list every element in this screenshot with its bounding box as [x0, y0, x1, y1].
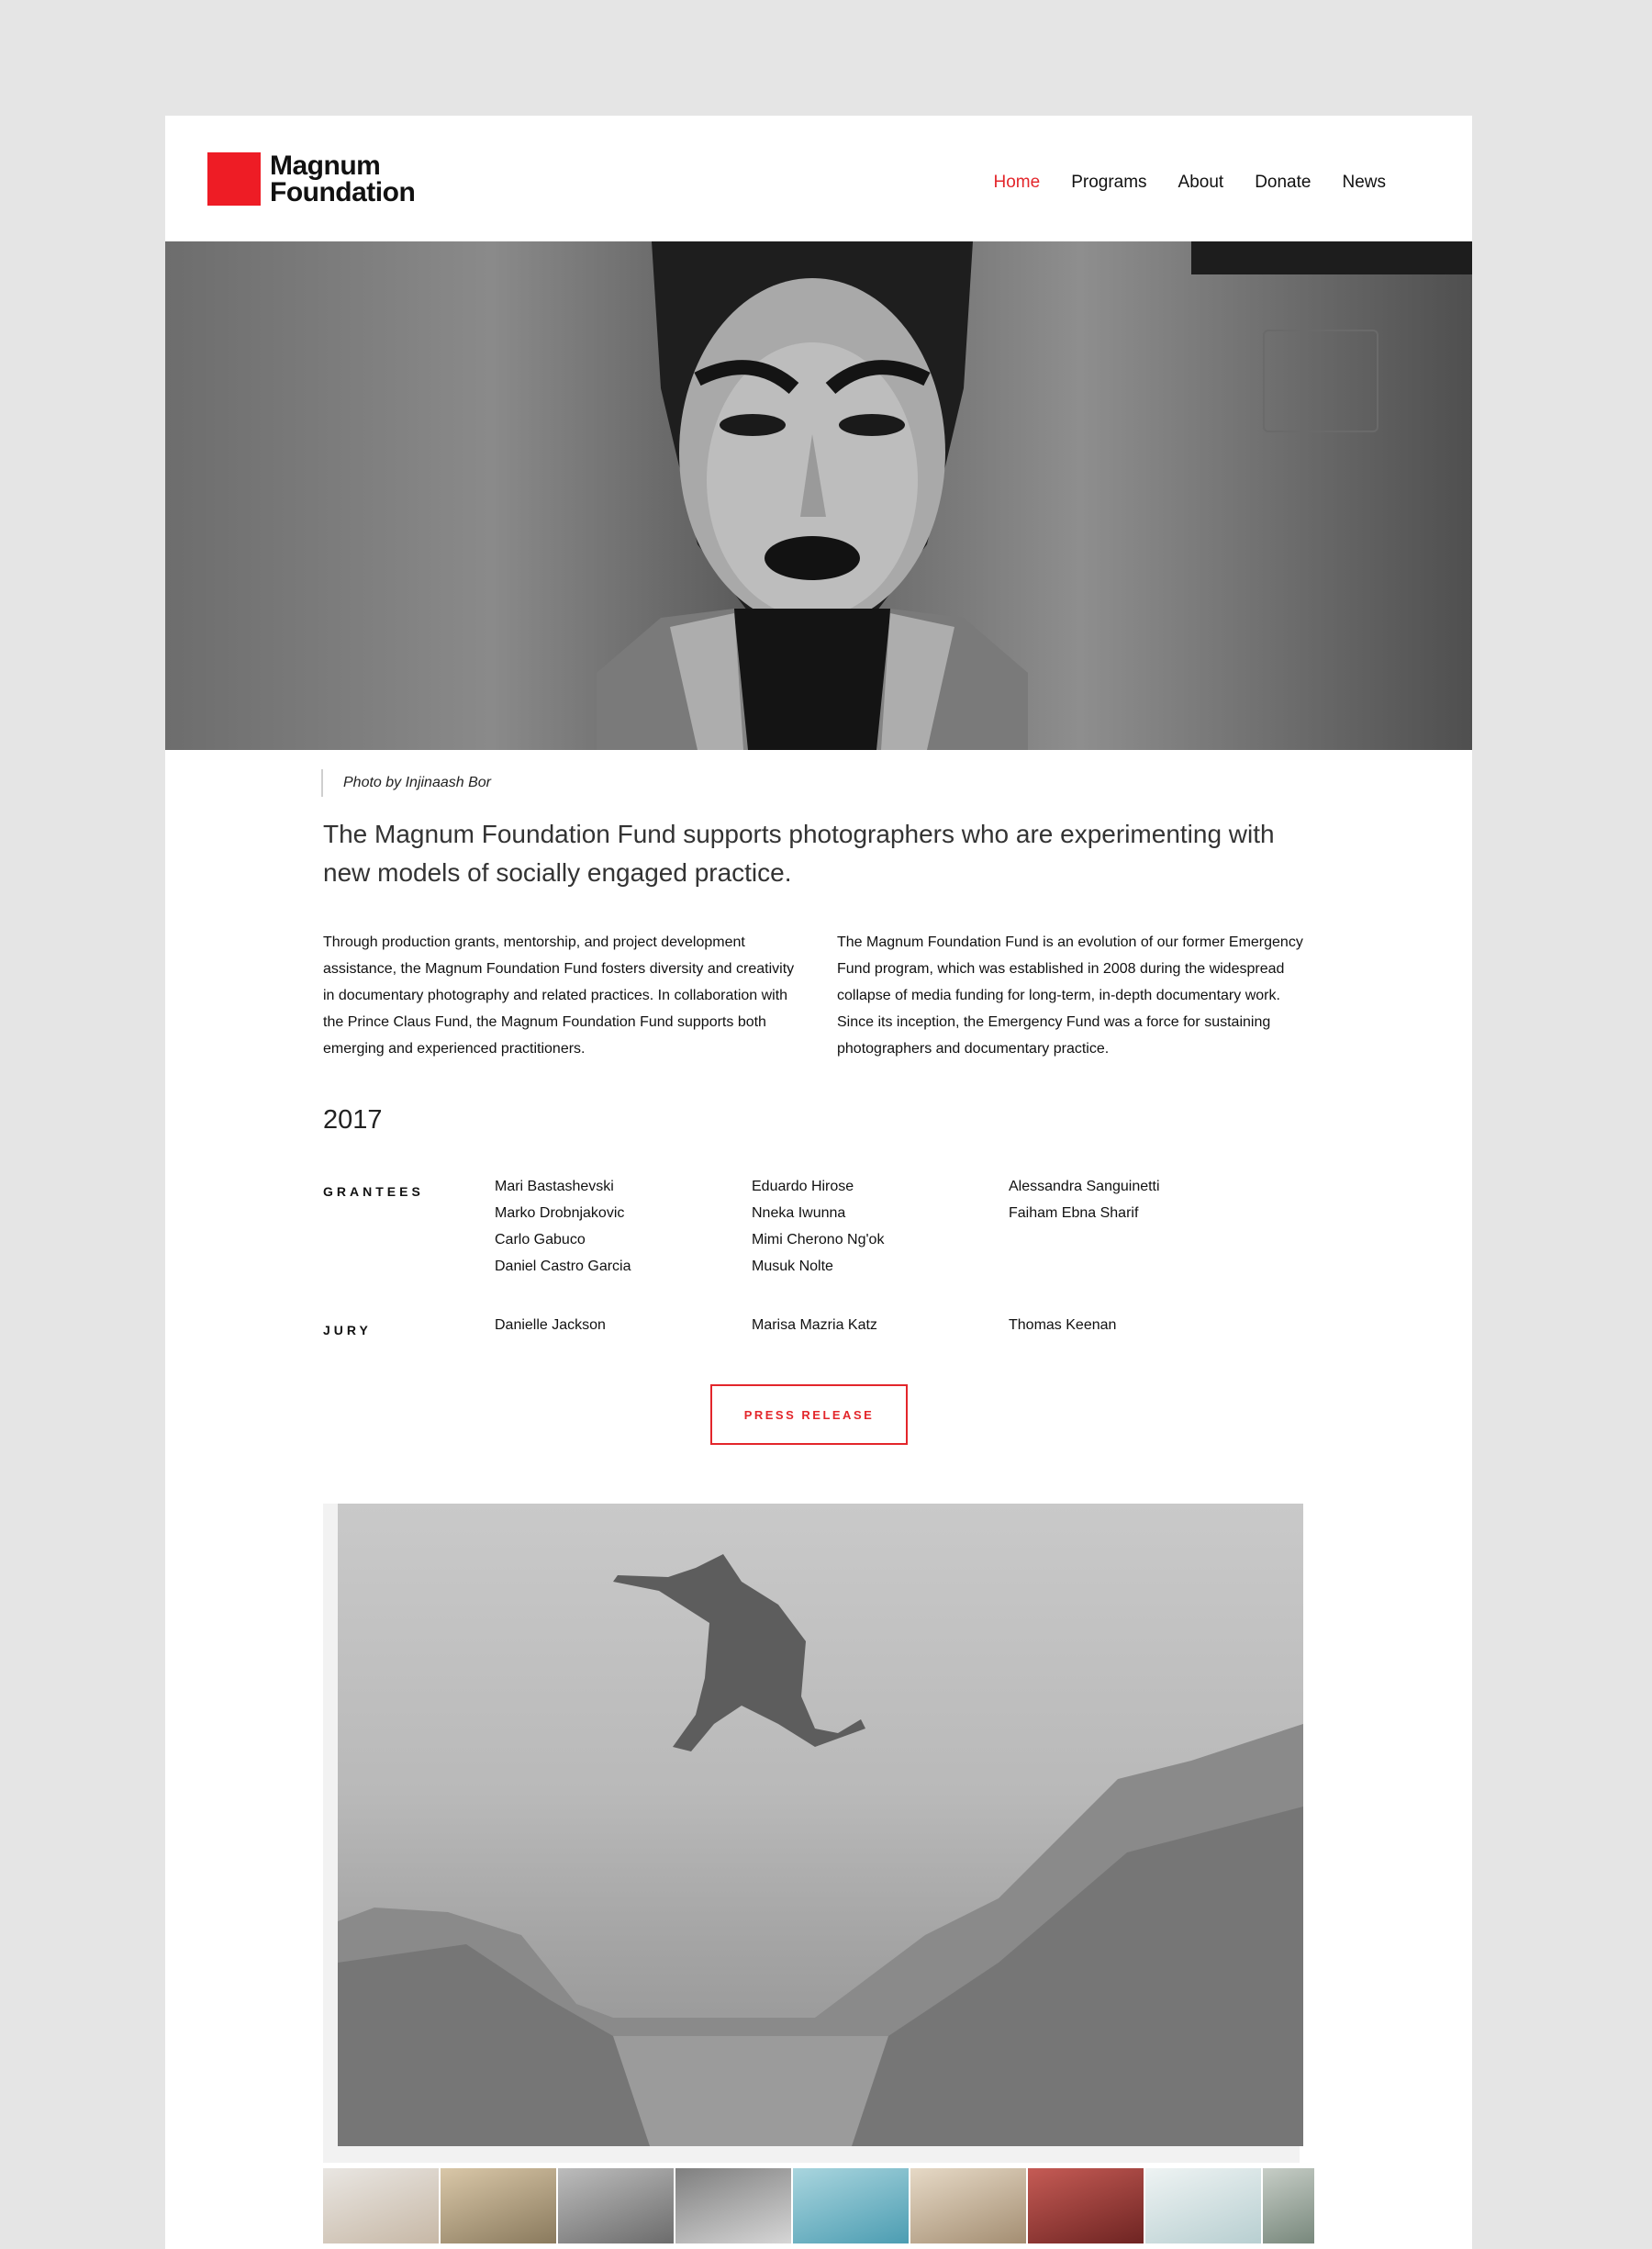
gallery-thumbnail[interactable] [793, 2168, 909, 2243]
hero-background-panel [1191, 241, 1472, 274]
logo-line-1: Magnum [270, 151, 381, 181]
logo-wordmark: Magnum Foundation [270, 151, 416, 207]
hero-photo [165, 241, 1472, 750]
jury-member: Danielle Jackson [495, 1317, 606, 1333]
grantee-name: Musuk Nolte [752, 1259, 833, 1274]
grantee-name: Carlo Gabuco [495, 1232, 586, 1248]
body-column-right: The Magnum Foundation Fund is an evoluti… [837, 934, 1303, 1057]
site-header: Magnum Foundation Home Programs About Do… [165, 116, 1472, 241]
gallery-thumbnail[interactable] [1028, 2168, 1144, 2243]
grantees-label: GRANTEES [323, 1184, 424, 1199]
nav-programs[interactable]: Programs [1071, 173, 1146, 193]
jury-member: Marisa Mazria Katz [752, 1317, 877, 1333]
grantee-name: Nneka Iwunna [752, 1205, 846, 1221]
gallery-main-photo[interactable] [338, 1504, 1303, 2146]
gallery-thumbnail[interactable] [1145, 2168, 1261, 2243]
brand-logo[interactable]: Magnum Foundation [207, 151, 416, 207]
grantee-name: Faiham Ebna Sharif [1009, 1205, 1139, 1221]
nav-donate[interactable]: Donate [1255, 173, 1311, 193]
grantee-name: Mimi Cherono Ng'ok [752, 1232, 885, 1248]
grantees-column-3: Alessandra Sanguinetti Faiham Ebna Shari… [1009, 1173, 1160, 1226]
intro-text: The Magnum Foundation Fund supports phot… [323, 820, 1275, 887]
gallery-thumbnail[interactable] [910, 2168, 1026, 2243]
gallery-thumbnail[interactable] [1263, 2168, 1314, 2243]
hero-background-sign [1263, 330, 1379, 432]
grantee-name: Eduardo Hirose [752, 1179, 854, 1194]
logo-line-2: Foundation [270, 177, 416, 207]
gallery-thumbnail[interactable] [323, 2168, 439, 2243]
grantee-name: Marko Drobnjakovic [495, 1205, 625, 1221]
nav-home[interactable]: Home [994, 173, 1041, 193]
jury-label: JURY [323, 1323, 372, 1337]
grantees-column-1: Mari Bastashevski Marko Drobnjakovic Car… [495, 1173, 631, 1280]
gallery-thumbnails [323, 2168, 1314, 2243]
main-nav: Home Programs About Donate News [963, 173, 1387, 193]
gallery-thumbnail[interactable] [441, 2168, 556, 2243]
grantee-name: Mari Bastashevski [495, 1179, 614, 1194]
hero-portrait [597, 241, 1028, 750]
gallery-viewer [323, 1504, 1303, 2163]
logo-mark [207, 152, 261, 206]
hero-caption: Photo by Injinaash Bor [321, 769, 491, 797]
press-release-button[interactable]: PRESS RELEASE [710, 1384, 908, 1445]
grantees-column-2: Eduardo Hirose Nneka Iwunna Mimi Cherono… [752, 1173, 884, 1280]
page: Magnum Foundation Home Programs About Do… [165, 116, 1472, 2249]
grantee-name: Daniel Castro Garcia [495, 1259, 631, 1274]
grantee-name: Alessandra Sanguinetti [1009, 1179, 1160, 1194]
year-heading: 2017 [323, 1105, 383, 1135]
nav-news[interactable]: News [1342, 173, 1386, 193]
jury-member: Thomas Keenan [1009, 1317, 1117, 1333]
gallery-thumbnail[interactable] [675, 2168, 791, 2243]
body-column-left: Through production grants, mentorship, a… [323, 934, 795, 1057]
gallery-thumbnail[interactable] [558, 2168, 674, 2243]
nav-about[interactable]: About [1178, 173, 1224, 193]
